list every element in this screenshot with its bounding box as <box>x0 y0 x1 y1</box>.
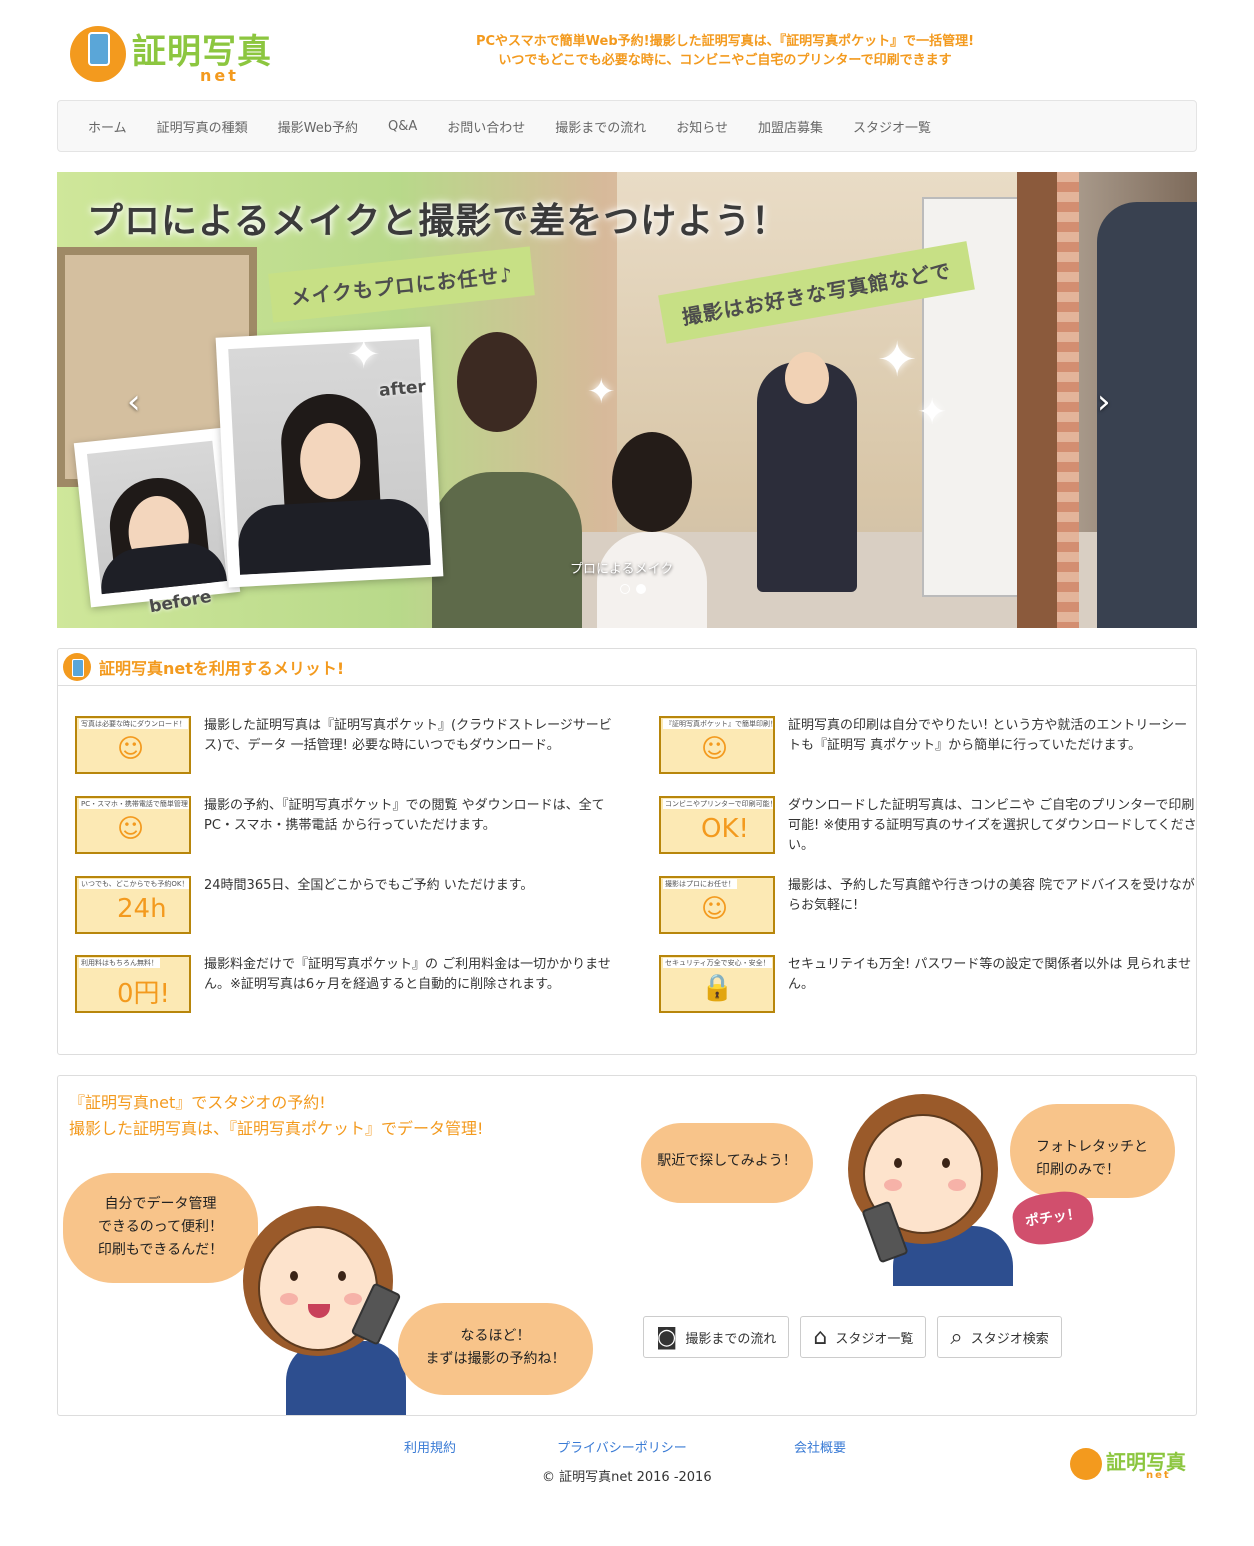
merit-thumbnail: コンビニやプリンターで印刷可能！ OK! <box>659 796 775 854</box>
merit-text: 撮影は、予約した写真館や行きつけの美容 院でアドバイスを受けながらお気軽に! <box>788 878 1195 913</box>
speech-bubble: 駅近で探してみよう！ <box>641 1123 813 1203</box>
merit-text: 撮影した証明写真は『証明写真ポケット』(クラウドストレージサービス)で、データ … <box>204 718 612 753</box>
hero-caption: プロによるメイク <box>570 562 674 577</box>
merit-text: 証明写真の印刷は自分でやりたい! という方や就活のエントリーシートも『証明写 真… <box>788 718 1188 753</box>
before-photo-card <box>73 427 241 608</box>
merit-text: 撮影料金だけで『証明写真ポケット』の ご利用料金は一切かかりません。※証明写真は… <box>204 957 611 992</box>
carousel-indicators <box>620 584 646 594</box>
nav-item-flow[interactable]: 撮影までの流れ <box>540 117 661 136</box>
tagline-line-2: いつでもどこでも必要な時に、コンビニやご自宅のプリンターで印刷できます <box>498 53 952 68</box>
promo-panel: 『証明写真net』でスタジオの予約! 撮影した証明写真は、『証明写真ポケット』で… <box>57 1075 1197 1416</box>
studio-search-button-label: スタジオ検索 <box>970 1331 1049 1347</box>
action-button-row: ◙ 撮影までの流れ ⌂ スタジオ一覧 ⌕ スタジオ検索 <box>643 1316 1062 1358</box>
flow-button-label: 撮影までの流れ <box>685 1331 777 1347</box>
hero-carousel[interactable]: ✦ ✦ ✦ ✦ プロによるメイクと撮影で差をつけよう！ メイクもプロにお任せ♪ … <box>57 172 1197 628</box>
merit-thumbnail: 利用料はもちろん無料！ 0円! <box>75 955 191 1013</box>
merits-header: 証明写真netを利用するメリット! <box>58 649 1196 686</box>
main-navbar: ホーム 証明写真の種類 撮影Web予約 Q&A お問い合わせ 撮影までの流れ お… <box>57 100 1197 152</box>
promo-line-1: 『証明写真net』でスタジオの予約! <box>69 1093 326 1112</box>
nav-item-web-reservation[interactable]: 撮影Web予約 <box>263 117 373 136</box>
hero-client-head <box>612 432 692 532</box>
pocket-icon: ☺ <box>701 734 729 764</box>
hero-title: プロによるメイクと撮影で差をつけよう！ <box>87 201 789 242</box>
footer-logo-sub: net <box>1146 1470 1171 1481</box>
speech-bubble: なるほど！ まずは撮影の予約ね！ <box>398 1303 593 1395</box>
merit-text: ダウンロードした証明写真は、コンビニや ご自宅のプリンターで印刷可能! ※使用す… <box>788 798 1197 853</box>
clock-icon: 24h <box>117 894 167 924</box>
printer-icon: OK! <box>701 814 749 844</box>
header-tagline: PCやスマホで簡単Web予約!撮影した証明写真は、『証明写真ポケット』で一括管理… <box>420 32 1030 70</box>
merit-thumbnail: 『証明写真ポケット』で簡単印刷！ ☺ <box>659 716 775 774</box>
hero-makeup-artist-head <box>457 332 537 432</box>
hero-photographer <box>1097 202 1197 628</box>
after-photo-card <box>215 326 444 588</box>
nav-item-photo-types[interactable]: 証明写真の種類 <box>142 117 263 136</box>
hero-client <box>597 532 707 628</box>
devices-icon: ☺ <box>117 814 145 844</box>
merit-thumbnail: いつでも、どこからでも予約OK！ 24h <box>75 876 191 934</box>
search-icon: ⌕ <box>950 1324 963 1350</box>
sparkle-icon: ✦ <box>347 332 381 378</box>
merit-thumbnail: 写真は必要な時にダウンロード！ ☺ <box>75 716 191 774</box>
nav-item-faq[interactable]: Q&A <box>373 119 432 134</box>
copyright: © 証明写真net 2016 -2016 <box>542 1470 712 1485</box>
camera-icon: ◙ <box>656 1324 678 1350</box>
footer-link-terms[interactable]: 利用規約 <box>404 1437 456 1456</box>
nav-item-recruit[interactable]: 加盟店募集 <box>743 117 838 136</box>
merits-panel: 証明写真netを利用するメリット! 写真は必要な時にダウンロード！ ☺ 撮影した… <box>57 648 1197 1055</box>
hero-curtain <box>1017 172 1057 628</box>
nav-item-contact[interactable]: お問い合わせ <box>432 117 540 136</box>
chevron-right-icon[interactable]: › <box>1097 382 1111 422</box>
sparkle-icon: ✦ <box>587 372 616 412</box>
carousel-dot[interactable] <box>620 584 630 594</box>
studio-list-button[interactable]: ⌂ スタジオ一覧 <box>800 1316 927 1358</box>
hero-makeup-artist <box>432 472 582 628</box>
download-icon: ☺ <box>117 734 145 764</box>
footer-link-company[interactable]: 会社概要 <box>794 1437 846 1456</box>
hero-seated-man-head <box>785 352 829 404</box>
phone-icon <box>88 32 110 66</box>
merit-thumbnail: 撮影はプロにお任せ！ ☺ <box>659 876 775 934</box>
merits-title: 証明写真netを利用するメリット! <box>99 659 345 678</box>
speech-bubble: 自分でデータ管理 できるのって便利！ 印刷もできるんだ！ <box>63 1173 258 1283</box>
footer-link-privacy[interactable]: プライバシーポリシー <box>557 1437 687 1456</box>
sparkle-icon: ✦ <box>877 332 918 388</box>
promo-line-2: 撮影した証明写真は、『証明写真ポケット』でデータ管理! <box>69 1119 484 1138</box>
sparkle-icon: ✦ <box>917 392 948 433</box>
home-icon: ⌂ <box>813 1324 828 1350</box>
tagline-line-1: PCやスマホで簡単Web予約!撮影した証明写真は、『証明写真ポケット』で一括管理… <box>475 34 975 49</box>
chevron-left-icon[interactable]: ‹ <box>127 382 141 422</box>
nav-item-studios[interactable]: スタジオ一覧 <box>838 117 946 136</box>
merit-text: セキュリテイも万全! パスワード等の設定で関係者以外は 見られません。 <box>788 957 1192 992</box>
footer-logo[interactable]: 証明写真 net <box>1070 1446 1210 1486</box>
merit-text: 24時間365日、全国どこからでもご予約 いただけます。 <box>204 878 534 893</box>
merit-text: 撮影の予約、『証明写真ポケット』での閲覧 やダウンロードは、全てPC・スマホ・携… <box>204 798 605 833</box>
hero-pillar <box>1057 172 1079 628</box>
camera-icon: ☺ <box>701 894 729 924</box>
logo-mini-icon <box>63 653 91 681</box>
merit-thumbnail: PC・スマホ・携帯電話で簡単管理！ ☺ <box>75 796 191 854</box>
site-logo[interactable]: 証明写真 net <box>70 22 290 85</box>
hero-tag-after: after <box>378 376 427 402</box>
logo-badge-icon <box>1070 1448 1102 1480</box>
carousel-dot-active[interactable] <box>636 584 646 594</box>
nav-item-home[interactable]: ホーム <box>73 117 142 136</box>
merit-thumbnail: セキュリティ万全で安心・安全！ 🔒 <box>659 955 775 1013</box>
studio-list-button-label: スタジオ一覧 <box>835 1331 914 1347</box>
speech-bubble: フォトレタッチと 印刷のみで！ <box>1010 1104 1175 1198</box>
free-icon: 0円! <box>117 979 170 1009</box>
lock-icon: 🔒 <box>701 973 734 1003</box>
flow-button[interactable]: ◙ 撮影までの流れ <box>643 1316 790 1358</box>
logo-sub-text: net <box>200 66 239 85</box>
nav-item-news[interactable]: お知らせ <box>661 117 743 136</box>
studio-search-button[interactable]: ⌕ スタジオ検索 <box>937 1316 1062 1358</box>
hero-ribbon-makeup: メイクもプロにお任せ♪ <box>268 246 536 323</box>
pochi-burst: ポチッ！ <box>1009 1187 1097 1249</box>
